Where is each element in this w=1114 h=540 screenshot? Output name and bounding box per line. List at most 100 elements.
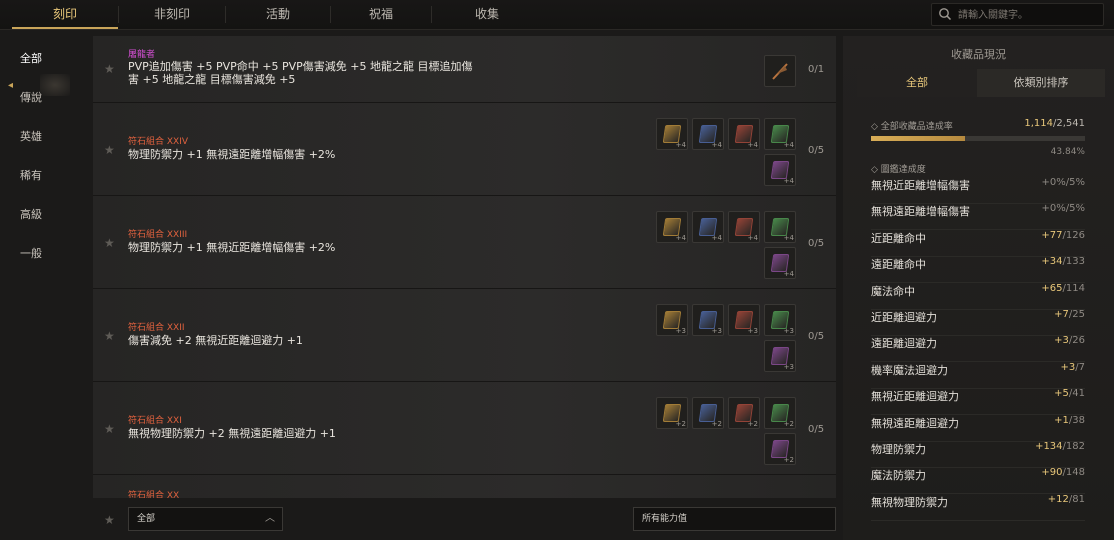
rune-slot[interactable]: +4 — [764, 154, 796, 186]
rune-slot[interactable]: +4 — [764, 211, 796, 243]
stat-name: 無視物理防禦力 — [871, 495, 948, 509]
rune-slot[interactable]: +4 — [764, 118, 796, 150]
stat-name: 無視遠距離迴避力 — [871, 416, 959, 430]
tab-collection[interactable]: 收集 — [432, 0, 542, 29]
completion-rate-value: 1,114/2,541 — [1024, 118, 1085, 129]
panel-tab-all[interactable]: 全部 — [857, 69, 977, 97]
rune-slot[interactable]: +4 — [692, 211, 724, 243]
progress-fill — [871, 136, 965, 141]
list-item[interactable]: ★ 符石組合 XXIV 物理防禦力 +1 無視遠距離增幅傷害 +2% +4 +4… — [93, 103, 836, 196]
completion-rate-label: ◇ 全部收藏品達成率 — [871, 122, 953, 132]
item-description: 無視物理防禦力 +2 無視遠距離迴避力 +1 — [128, 427, 336, 440]
item-category: 屠龍者 — [128, 50, 156, 60]
rune-slot[interactable]: +4 — [692, 118, 724, 150]
collection-list: ★ 屠龍者 PVP追加傷害 +5 PVP命中 +5 PVP傷害減免 +5 地龍之… — [93, 36, 836, 498]
item-category: 符石組合 XX — [128, 491, 180, 498]
rune-slot[interactable]: +2 — [692, 397, 724, 429]
favorite-star-icon[interactable]: ★ — [104, 143, 115, 157]
item-category: 符石組合 XXIII — [128, 230, 188, 240]
rune-slot[interactable]: +2 — [656, 397, 688, 429]
rune-slot[interactable]: +2 — [764, 433, 796, 465]
item-progress: 0/5 — [808, 331, 825, 342]
rune-slot[interactable]: +4 — [656, 211, 688, 243]
rune-slot[interactable]: +4 — [764, 247, 796, 279]
rune-slot[interactable]: +2 — [728, 397, 760, 429]
favorite-star-icon[interactable]: ★ — [104, 236, 115, 250]
item-description: 物理防禦力 +1 無視遠距離增幅傷害 +2% — [128, 148, 336, 161]
panel-tab-by-category[interactable]: 依類別排序 — [977, 69, 1105, 97]
stat-value: +65/114 — [1041, 282, 1085, 294]
favorite-star-icon[interactable]: ★ — [104, 62, 115, 76]
stat-value: +90/148 — [1041, 467, 1085, 479]
stat-value: +0%/5% — [1041, 203, 1085, 215]
stat-section-header: ◇ 圖鑑達成度 — [871, 165, 926, 175]
item-description: 物理防禦力 +1 無視近距離增幅傷害 +2% — [128, 241, 336, 254]
item-category: 符石組合 XXII — [128, 323, 185, 333]
tab-engraved[interactable]: 刻印 — [12, 0, 118, 29]
panel-tabs: 全部 依類別排序 — [857, 69, 1105, 97]
sidebar-item-hero[interactable]: 英雄 — [20, 128, 42, 144]
grade-filter-select[interactable]: 全部 ︿ — [128, 507, 283, 531]
stat-name: 無視近距離迴避力 — [871, 390, 959, 404]
rune-slot[interactable]: +3 — [764, 340, 796, 372]
rune-slot[interactable]: +4 — [656, 118, 688, 150]
rune-slot[interactable]: +3 — [764, 304, 796, 336]
stat-value: +1/38 — [1054, 414, 1085, 426]
list-item[interactable]: ★ 屠龍者 PVP追加傷害 +5 PVP命中 +5 PVP傷害減免 +5 地龍之… — [93, 36, 836, 103]
sidebar-item-advanced[interactable]: 高級 — [20, 206, 42, 222]
sidebar-item-rare[interactable]: 稀有 — [20, 167, 42, 183]
panel-title: 收藏品現況 — [951, 48, 1006, 61]
stat-row: 遠距離命中 +34/133 — [871, 256, 1085, 284]
search-icon[interactable] — [938, 7, 952, 21]
sidebar-item-all[interactable]: 全部 — [20, 50, 42, 66]
rune-slot[interactable]: +3 — [728, 304, 760, 336]
list-item[interactable]: ★ 符石組合 XXI 無視物理防禦力 +2 無視遠距離迴避力 +1 +2 +2 … — [93, 382, 836, 475]
rune-slot[interactable]: +4 — [728, 118, 760, 150]
favorite-star-icon[interactable]: ★ — [104, 329, 115, 343]
stat-name: 無視近距離增幅傷害 — [871, 179, 970, 192]
item-progress: 0/1 — [808, 64, 825, 75]
list-item[interactable]: ★ 符石組合 XXII 傷害減免 +2 無視近距離迴避力 +1 +3 +3 +3… — [93, 289, 836, 382]
stat-row: 魔法防禦力 +90/148 — [871, 467, 1085, 495]
item-description: 傷害減免 +2 無視近距離迴避力 +1 — [128, 334, 303, 347]
stat-row: 魔法命中 +65/114 — [871, 283, 1085, 310]
search-box — [931, 3, 1104, 26]
favorite-star-icon[interactable]: ★ — [104, 422, 115, 436]
stat-name: 近距離命中 — [871, 231, 926, 245]
rune-slot[interactable]: +2 — [764, 397, 796, 429]
ability-filter-select[interactable]: 所有能力值 — [633, 507, 836, 531]
collection-status-panel: 收藏品現況 全部 依類別排序 ◇ 全部收藏品達成率 1,114/2,541 43… — [843, 36, 1114, 540]
sidebar-item-legendary[interactable]: 傳說 — [20, 89, 42, 105]
list-item[interactable]: ★ 符石組合 XXIII 物理防禦力 +1 無視近距離增幅傷害 +2% +4 +… — [93, 196, 836, 289]
top-tab-bar: 刻印 非刻印 活動 祝福 收集 — [0, 0, 1114, 30]
tab-non-engraved[interactable]: 非刻印 — [119, 0, 225, 29]
stat-name: 遠距離迴避力 — [871, 337, 937, 351]
stat-row: 物理防禦力 +134/182 — [871, 441, 1085, 468]
stat-value: +12/81 — [1047, 493, 1085, 505]
tab-event[interactable]: 活動 — [226, 0, 330, 29]
stat-row: 近距離迴避力 +7/25 — [871, 309, 1085, 336]
rune-slot[interactable]: +4 — [728, 211, 760, 243]
stat-row: 無視遠距離迴避力 +1/38 — [871, 415, 1085, 442]
sidebar-item-common[interactable]: 一般 — [20, 245, 42, 261]
favorite-filter-star-icon[interactable]: ★ — [104, 513, 115, 527]
item-description: 害 +5 地龍之龍 目標傷害減免 +5 — [128, 73, 296, 86]
stat-value: +7/25 — [1054, 309, 1085, 320]
chevron-up-icon: ︿ — [265, 513, 275, 524]
tab-blessing[interactable]: 祝福 — [331, 0, 431, 29]
stat-name: 魔法防禦力 — [871, 469, 926, 483]
rune-slot[interactable]: +3 — [692, 304, 724, 336]
item-progress: 0/5 — [808, 424, 825, 435]
selection-glow — [40, 74, 70, 96]
search-input[interactable] — [956, 6, 1100, 24]
stat-value: +134/182 — [1035, 441, 1085, 452]
item-category: 符石組合 XXI — [128, 416, 182, 426]
stat-row: 無視遠距離增幅傷害 +0%/5% — [871, 203, 1085, 231]
stat-name: 遠距離命中 — [871, 258, 926, 272]
rune-slot[interactable]: +3 — [656, 304, 688, 336]
stat-row: 無視近距離迴避力 +5/41 — [871, 388, 1085, 416]
item-slot[interactable] — [764, 55, 796, 87]
stat-name: 魔法命中 — [871, 284, 915, 298]
list-item[interactable]: 符石組合 XX — [93, 475, 836, 498]
category-sidebar: ◂ 全部 傳說 英雄 稀有 高級 一般 — [0, 30, 92, 540]
